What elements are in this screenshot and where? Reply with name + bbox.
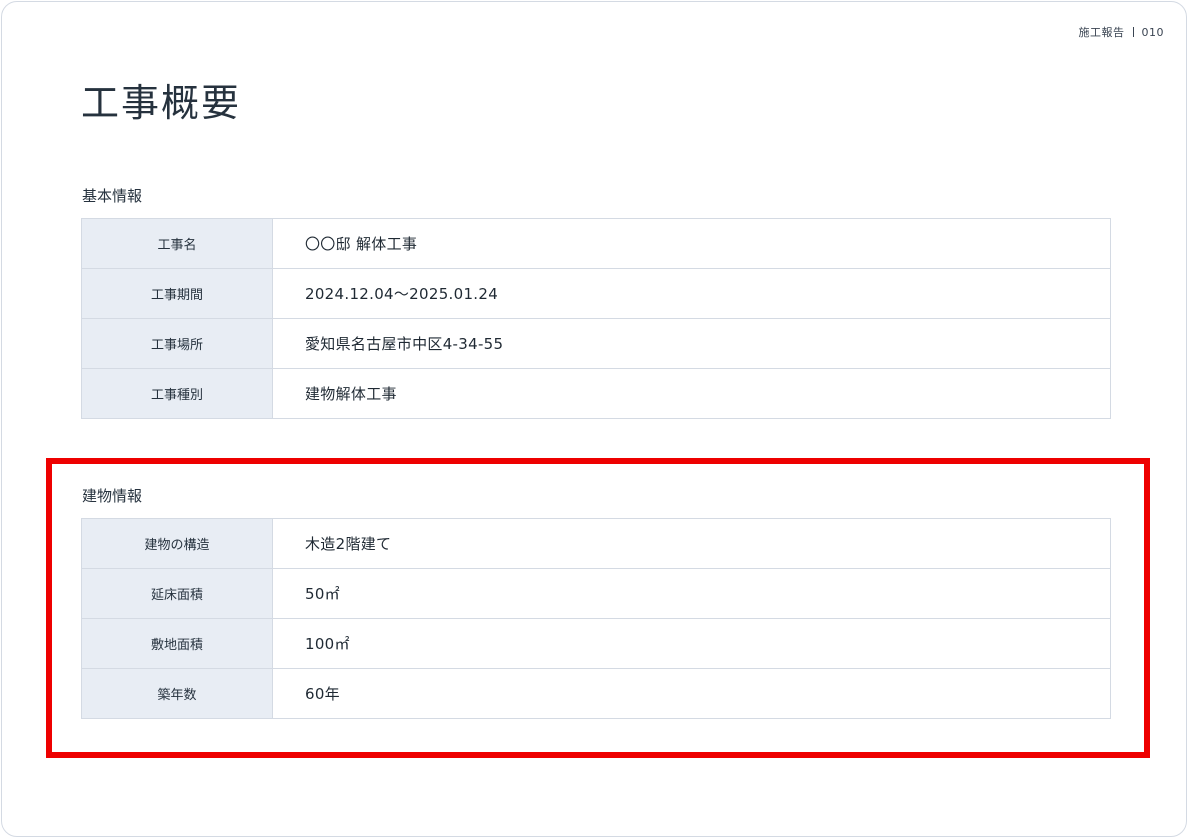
page-title: 工事概要 [81,81,242,125]
row-value: 愛知県名古屋市中区4-34-55 [272,318,1111,369]
row-key: 工事種別 [81,368,273,419]
page-number: 010 [1141,25,1164,39]
row-value: 60年 [272,668,1111,719]
row-value: 50㎡ [272,568,1111,619]
row-value: 100㎡ [272,618,1111,669]
building-info-table: 建物の構造 木造2階建て 延床面積 50㎡ 敷地面積 100㎡ 築年数 60年 [81,518,1111,719]
table-row: 工事期間 2024.12.04〜2025.01.24 [81,268,1111,319]
table-row: 工事種別 建物解体工事 [81,368,1111,419]
table-row: 工事場所 愛知県名古屋市中区4-34-55 [81,318,1111,369]
row-key: 工事場所 [81,318,273,369]
building-info-section: 建物情報 建物の構造 木造2階建て 延床面積 50㎡ 敷地面積 100㎡ 築年数… [81,486,1111,719]
document-name: 施工報告 [1078,26,1125,39]
section-label-building-info: 建物情報 [82,487,143,505]
table-row: 延床面積 50㎡ [81,568,1111,619]
table-row: 敷地面積 100㎡ [81,618,1111,669]
row-key: 築年数 [81,668,273,719]
row-key: 工事名 [81,218,273,269]
row-key: 延床面積 [81,568,273,619]
table-row: 工事名 〇〇邸 解体工事 [81,218,1111,269]
row-value: 2024.12.04〜2025.01.24 [272,268,1111,319]
table-row: 築年数 60年 [81,668,1111,719]
row-key: 工事期間 [81,268,273,319]
table-row: 建物の構造 木造2階建て [81,518,1111,569]
row-key: 建物の構造 [81,518,273,569]
basic-info-section: 基本情報 工事名 〇〇邸 解体工事 工事期間 2024.12.04〜2025.0… [81,186,1111,419]
row-key: 敷地面積 [81,618,273,669]
section-label-basic-info: 基本情報 [82,187,143,205]
row-value: 〇〇邸 解体工事 [272,218,1111,269]
basic-info-table: 工事名 〇〇邸 解体工事 工事期間 2024.12.04〜2025.01.24 … [81,218,1111,419]
row-value: 建物解体工事 [272,368,1111,419]
page-header-meta: 施工報告 010 [1079,24,1165,40]
header-divider [1132,27,1134,37]
report-page: 施工報告 010 工事概要 基本情報 工事名 〇〇邸 解体工事 工事期間 202… [1,1,1187,837]
row-value: 木造2階建て [272,518,1111,569]
